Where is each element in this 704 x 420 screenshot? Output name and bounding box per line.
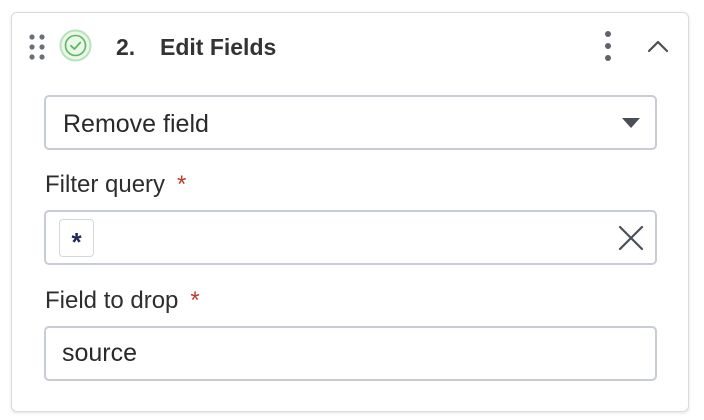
- kebab-menu-icon[interactable]: [598, 29, 618, 63]
- step-number: 2.: [116, 34, 136, 60]
- processor-step-card: 2. Edit Fields Remove field Filter query…: [11, 12, 689, 412]
- filter-query-label-text: Filter query: [45, 171, 166, 198]
- field-to-drop-field[interactable]: [44, 326, 657, 381]
- drag-handle-icon[interactable]: [27, 32, 47, 62]
- caret-down-icon: [622, 118, 640, 128]
- clear-icon[interactable]: [617, 224, 645, 252]
- required-asterisk: *: [190, 287, 200, 314]
- field-to-drop-input[interactable]: [62, 328, 642, 379]
- action-select[interactable]: Remove field: [44, 95, 657, 150]
- check-circle-icon: [59, 29, 92, 62]
- filter-query-token[interactable]: *: [59, 219, 94, 257]
- filter-query-input[interactable]: *: [44, 210, 657, 265]
- filter-query-label: Filter query *: [45, 171, 186, 199]
- chevron-up-icon[interactable]: [645, 33, 671, 59]
- required-asterisk: *: [177, 171, 187, 198]
- action-select-value: Remove field: [63, 110, 209, 138]
- field-to-drop-label-text: Field to drop: [45, 287, 179, 314]
- step-title: Edit Fields: [160, 34, 277, 60]
- field-to-drop-label: Field to drop *: [45, 287, 200, 315]
